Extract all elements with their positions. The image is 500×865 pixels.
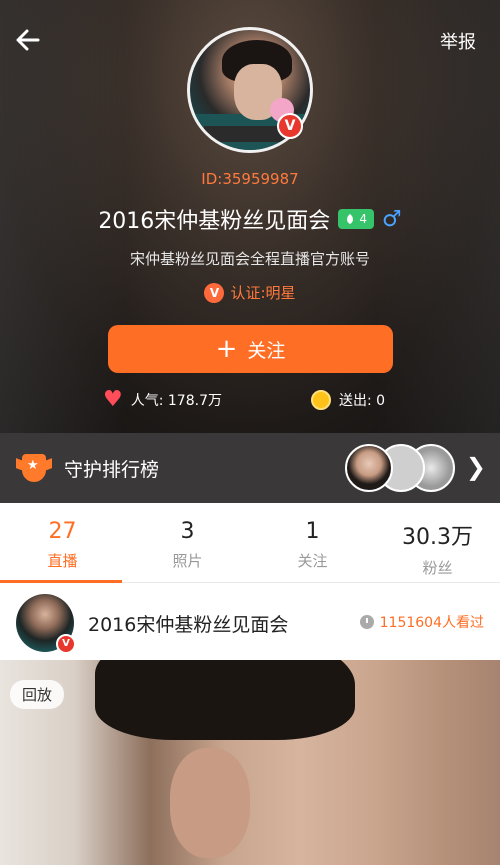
viewers-text: 1151604人看过 [379, 615, 484, 631]
tab-count: 27 [48, 519, 77, 544]
chevron-right-icon: ❯ [465, 453, 486, 481]
sent-stat: 送出: 0 [311, 390, 385, 410]
leaf-icon [347, 214, 354, 224]
verified-v-icon: V [277, 113, 303, 139]
verification-text: 认证:明星 [230, 284, 296, 302]
tab-following[interactable]: 1 关注 [250, 503, 375, 582]
male-gender-icon: ♂ [381, 206, 402, 232]
tab-count: 30.3万 [402, 525, 473, 550]
tab-label: 粉丝 [422, 559, 453, 577]
coin-icon [311, 390, 331, 410]
tab-count: 1 [305, 519, 320, 544]
profile-header: 举报 V ID:35959987 2016宋仲基粉丝见面会 4 ♂ 宋仲基粉丝见… [0, 0, 500, 433]
video-preview[interactable]: 回放 [0, 660, 500, 865]
follow-label: 关注 [247, 339, 286, 362]
verification-row: V 认证:明星 [0, 282, 500, 303]
tab-photos[interactable]: 3 照片 [125, 503, 250, 582]
clock-icon [359, 615, 374, 629]
live-avatar: V [16, 594, 76, 654]
tab-label: 直播 [47, 552, 78, 570]
tab-count: 3 [180, 519, 195, 544]
popularity-stat: ♥ 人气: 178.7万 [103, 387, 222, 412]
heart-icon: ♥ [103, 387, 123, 412]
profile-name: 2016宋仲基粉丝见面会 [98, 209, 331, 234]
guardian-avatar [345, 444, 393, 492]
profile-bio: 宋仲基粉丝见面会全程直播官方账号 [129, 250, 370, 268]
verified-star-icon: V [204, 282, 225, 303]
viewers-count: 1151604人看过 [359, 612, 484, 632]
profile-tabs: 27 直播 3 照片 1 关注 30.3万 粉丝 [0, 503, 500, 583]
popularity-text: 人气: 178.7万 [130, 393, 222, 409]
level-number: 4 [359, 212, 367, 226]
live-list-item[interactable]: V 2016宋仲基粉丝见面会 1151604人看过 [0, 590, 500, 656]
level-badge: 4 [338, 209, 374, 229]
tab-label: 关注 [297, 552, 328, 570]
name-row: 2016宋仲基粉丝见面会 4 ♂ [0, 203, 500, 235]
tab-fans[interactable]: 30.3万 粉丝 [375, 503, 500, 582]
report-button[interactable]: 举报 [440, 28, 476, 54]
tab-label: 照片 [172, 552, 203, 570]
profile-avatar[interactable]: V [187, 27, 313, 153]
guardian-ranking-bar[interactable]: ★ 守护排行榜 ❯ [0, 433, 500, 503]
guardian-label: 守护排行榜 [64, 458, 160, 481]
tab-live[interactable]: 27 直播 [0, 503, 125, 583]
back-arrow-icon[interactable] [12, 24, 44, 56]
sent-text: 送出: 0 [339, 393, 386, 409]
guardian-shield-icon: ★ [16, 454, 52, 482]
replay-badge: 回放 [10, 680, 65, 709]
live-title: 2016宋仲基粉丝见面会 [88, 613, 289, 636]
follow-button[interactable]: + 关注 [108, 325, 393, 373]
guardian-avatars [345, 444, 455, 492]
verified-v-icon: V [56, 634, 76, 654]
user-id: ID:35959987 [201, 170, 299, 188]
plus-icon: + [215, 334, 238, 364]
